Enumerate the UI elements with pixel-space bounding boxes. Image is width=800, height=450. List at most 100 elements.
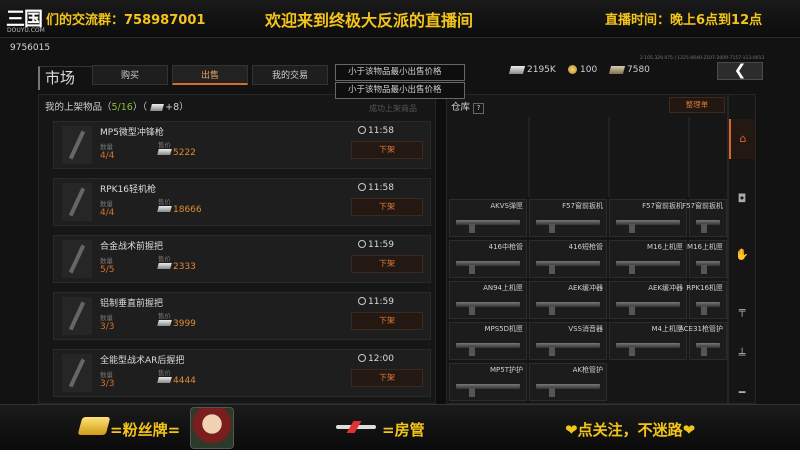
weapon-part-icon xyxy=(696,220,720,233)
item-time: 11:59 xyxy=(358,297,394,307)
tab-sell[interactable]: 出售 xyxy=(172,65,248,85)
listed-item[interactable]: RPK16轻机枪 数量 4/4 售价 18666 11:58 下架 xyxy=(53,178,431,226)
warehouse-item[interactable]: AN94上机匣 xyxy=(449,281,527,319)
user-id: 9756015 xyxy=(10,43,51,53)
warehouse-item[interactable]: F57窗前扳机 xyxy=(682,199,727,237)
dropdown-option[interactable]: 小于该物品最小出售价格 xyxy=(335,82,465,99)
gold-bar-icon xyxy=(608,65,626,74)
plane-icon xyxy=(336,421,376,433)
back-button[interactable]: ❮ xyxy=(717,62,763,80)
dropdown-option[interactable]: 小于该物品最小出售价格 xyxy=(335,64,465,81)
item-name: 铝制垂直前握把 xyxy=(100,299,164,309)
warehouse-item-name: M16上机匣 xyxy=(687,243,723,251)
item-thumbnail xyxy=(62,354,92,392)
item-price: 18666 xyxy=(157,205,202,215)
silver-bar-icon xyxy=(508,65,526,74)
warehouse-item[interactable]: M4上机匣 xyxy=(609,322,687,360)
item-price: 4444 xyxy=(157,376,196,386)
warehouse-item[interactable]: AKVS弹匣 xyxy=(449,199,527,237)
sort-button[interactable]: 整理单 xyxy=(669,97,725,113)
listed-bonus: +8 xyxy=(165,102,180,113)
warehouse-item[interactable]: M16上机匣 xyxy=(687,240,727,278)
side-tab-home-icon[interactable]: ⌂ xyxy=(729,119,755,159)
warehouse-item[interactable]: 416中枪管 xyxy=(449,240,527,278)
warehouse-item[interactable]: F57窗前扳机 xyxy=(609,199,687,237)
weapon-part-icon xyxy=(536,302,600,315)
side-tab-case-icon[interactable]: ◘ xyxy=(729,179,755,219)
listed-success-label: 成功上架商品 xyxy=(369,104,417,113)
warehouse-item-name: 416短枪管 xyxy=(568,243,603,251)
warehouse-item[interactable]: AEK缓冲器 xyxy=(609,281,687,319)
item-name: MP5微型冲锋枪 xyxy=(100,128,164,138)
warehouse-item[interactable]: AEK缓冲器 xyxy=(529,281,607,319)
warehouse-item-name: F57窗前扳机 xyxy=(642,202,683,210)
warehouse-item[interactable]: AK枪管护 xyxy=(529,363,607,401)
tab-buy[interactable]: 购买 xyxy=(92,65,168,85)
warehouse-item[interactable]: RPK16机匣 xyxy=(686,281,727,319)
weapon-part-icon xyxy=(456,384,520,397)
weapon-part-icon xyxy=(456,343,520,356)
listed-count: 5/16 xyxy=(111,102,133,113)
weapon-part-icon xyxy=(696,261,720,274)
streamer-avatar xyxy=(190,407,234,449)
warehouse-item[interactable]: VSS消音器 xyxy=(529,322,607,360)
item-qty: 3/3 xyxy=(100,379,115,389)
fans-label: =粉丝牌= xyxy=(110,421,181,439)
warehouse-item[interactable]: M16上机匣 xyxy=(609,240,687,278)
silver-bar-icon xyxy=(157,320,172,326)
warehouse-item-name: AEK缓冲器 xyxy=(568,284,603,292)
price-filter-dropdown[interactable]: 小于该物品最小出售价格 小于该物品最小出售价格 xyxy=(335,64,465,100)
item-time: 11:59 xyxy=(358,240,394,250)
stream-top-banner: 三国 DOUYU.COM 们的交流群：758987001 欢迎来到终极大反派的直… xyxy=(0,0,800,38)
warehouse-item[interactable]: 416短枪管 xyxy=(529,240,607,278)
tab-my-trades[interactable]: 我的交易 xyxy=(252,65,328,85)
douyu-logo-sub: DOUYU.COM xyxy=(7,27,45,34)
side-tab-smg-icon[interactable]: ╧ xyxy=(729,335,755,375)
qty-label: 数量 xyxy=(100,314,113,322)
warehouse-item-name: AN94上机匣 xyxy=(483,284,523,292)
item-thumbnail xyxy=(62,297,92,335)
qty-label: 数量 xyxy=(100,200,113,208)
item-time: 12:00 xyxy=(358,354,394,364)
weapon-part-icon xyxy=(696,343,720,356)
item-time: 11:58 xyxy=(358,126,394,136)
delist-button[interactable]: 下架 xyxy=(351,141,423,159)
delist-button[interactable]: 下架 xyxy=(351,369,423,387)
delist-button[interactable]: 下架 xyxy=(351,255,423,273)
item-qty: 4/4 xyxy=(100,151,115,161)
clock-icon xyxy=(358,297,366,305)
delist-button[interactable]: 下架 xyxy=(351,312,423,330)
warehouse-item-name: 416中枪管 xyxy=(488,243,523,251)
warehouse-item[interactable]: F57窗前扳机 xyxy=(529,199,607,237)
warehouse-panel: 仓库? 整理单 AKVS弹匣 F57窗前扳机 F57窗前扳机 F57窗前扳机 416中枪… xyxy=(446,94,728,404)
weapon-part-icon xyxy=(536,220,600,233)
delist-button[interactable]: 下架 xyxy=(351,198,423,216)
weapon-part-icon xyxy=(456,302,520,315)
fan-badge-icon xyxy=(77,417,111,435)
item-qty: 3/3 xyxy=(100,322,115,332)
warehouse-item-name: MPS5D机匣 xyxy=(484,325,523,333)
warehouse-item-name: F57窗前扳机 xyxy=(682,202,723,210)
weapon-part-icon xyxy=(616,261,680,274)
side-tab-glove-icon[interactable]: ✋ xyxy=(729,235,755,275)
weapon-part-icon xyxy=(616,343,680,356)
help-icon[interactable]: ? xyxy=(473,103,485,114)
item-time: 11:58 xyxy=(358,183,394,193)
warehouse-item[interactable]: MPS5D机匣 xyxy=(449,322,527,360)
item-name: 合金战术前握把 xyxy=(100,242,164,252)
item-qty: 5/5 xyxy=(100,265,115,275)
warehouse-item-name: AK枪管护 xyxy=(572,366,603,374)
listed-item[interactable]: 全能型战术AR后握把 数量 3/3 售价 4444 12:00 下架 xyxy=(53,349,431,397)
warehouse-empty-slots xyxy=(449,117,727,197)
qq-group-text: 们的交流群：758987001 xyxy=(46,13,206,28)
item-price: 2333 xyxy=(157,262,196,272)
follow-label: ❤点关注，不迷路❤ xyxy=(565,421,696,439)
listed-item[interactable]: 合金战术前握把 数量 5/5 售价 2333 11:59 下架 xyxy=(53,235,431,283)
listed-item[interactable]: MP5微型冲锋枪 数量 4/4 售价 5222 11:58 下架 xyxy=(53,121,431,169)
warehouse-item[interactable]: ACE31枪管护 xyxy=(679,322,727,360)
warehouse-grid: AKVS弹匣 F57窗前扳机 F57窗前扳机 F57窗前扳机 416中枪管 416短枪管 M… xyxy=(449,199,727,405)
listed-item[interactable]: 铝制垂直前握把 数量 3/3 售价 3999 11:59 下架 xyxy=(53,292,431,340)
warehouse-item[interactable]: MP5T护护 xyxy=(449,363,527,401)
side-tab-rifle-icon[interactable]: ╤ xyxy=(729,291,755,331)
item-name: RPK16轻机枪 xyxy=(100,185,157,195)
